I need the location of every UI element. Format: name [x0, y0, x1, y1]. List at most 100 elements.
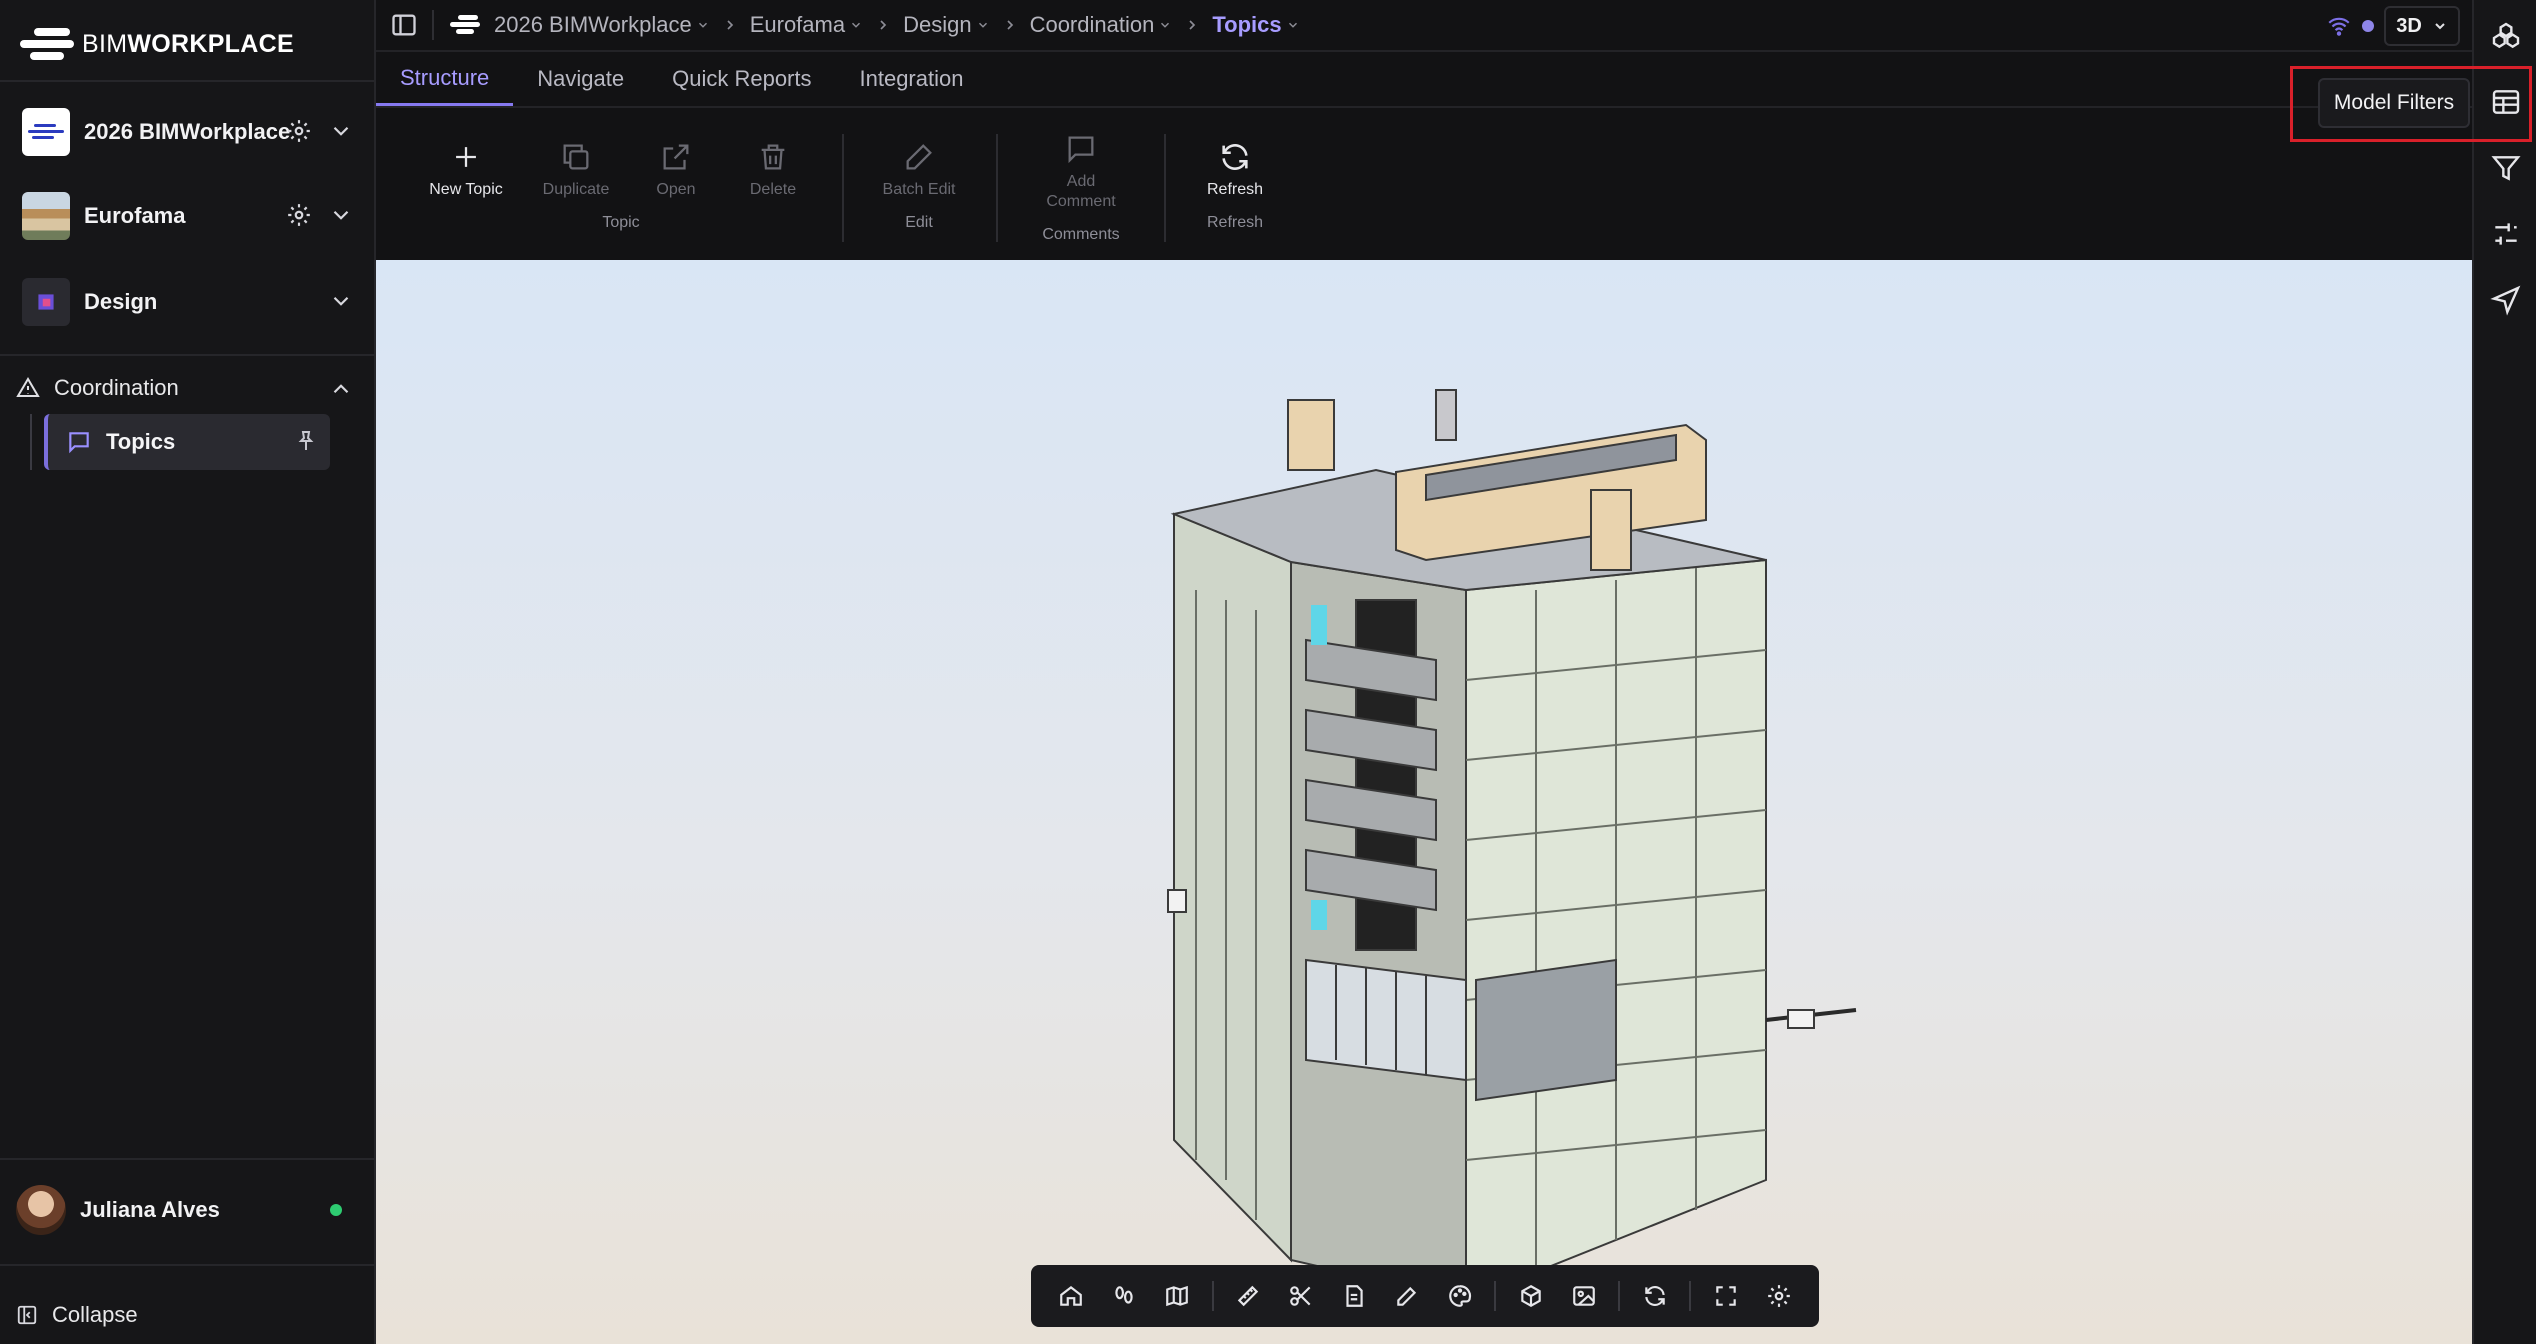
sidebar-section-coordination[interactable]: Coordination [16, 372, 358, 404]
ribbon-tabs: Structure Navigate Quick Reports Integra… [376, 54, 2472, 108]
breadcrumb-item-current[interactable]: Topics [1212, 12, 1299, 38]
viewer-settings-button[interactable] [1752, 1269, 1805, 1323]
logo-mark-icon [20, 26, 74, 62]
delete-button[interactable]: Delete [718, 140, 828, 200]
refresh-icon [1222, 144, 1248, 170]
breadcrumb-bar: 2026 BIMWorkplace Eurofama Design Coordi… [376, 0, 2472, 52]
section-cut-button[interactable] [1275, 1269, 1328, 1323]
image-icon [1572, 1286, 1595, 1306]
user-profile[interactable]: Juliana Alves [16, 1182, 358, 1238]
building-model[interactable] [376, 260, 2472, 1344]
ruler-icon [1238, 1285, 1259, 1307]
chevron-right-icon [727, 20, 733, 30]
breadcrumb-item[interactable]: Coordination [1030, 12, 1173, 38]
sliders-icon[interactable] [2490, 218, 2522, 250]
document-icon [1346, 1285, 1363, 1307]
home-icon [1060, 1285, 1083, 1306]
sidebar-item-topics[interactable]: Topics [44, 414, 330, 470]
reset-view-button[interactable] [1628, 1269, 1681, 1323]
chevron-down-icon[interactable] [328, 288, 354, 314]
chevron-down-icon [698, 22, 707, 28]
batch-edit-button[interactable]: Batch Edit [864, 140, 974, 200]
project-selector-bimworkplace[interactable]: 2026 BIMWorkplace [22, 106, 358, 158]
properties-button[interactable] [1328, 1269, 1381, 1323]
tab-structure[interactable]: Structure [376, 52, 514, 106]
design-icon [22, 278, 70, 326]
chevron-down-icon [978, 22, 987, 28]
breadcrumb-item[interactable]: Eurofama [750, 12, 863, 38]
refresh-icon [1644, 1286, 1665, 1306]
appearance-button[interactable] [1434, 1269, 1487, 1323]
refresh-button[interactable]: Refresh [1180, 140, 1290, 200]
model-browser-button[interactable] [1504, 1269, 1557, 1323]
fullscreen-button[interactable] [1699, 1269, 1752, 1323]
logo-wordmark: BIMWORKPLACE [82, 29, 294, 58]
markup-button[interactable] [1381, 1269, 1434, 1323]
collapse-sidebar-button[interactable]: Collapse [16, 1300, 138, 1330]
new-topic-button[interactable]: New Topic [411, 140, 521, 200]
collapse-icon [17, 1305, 37, 1325]
cube-icon [1521, 1285, 1541, 1307]
toggle-sidebar-icon[interactable] [390, 11, 418, 39]
fullscreen-icon [1715, 1286, 1736, 1306]
walk-button[interactable] [1098, 1269, 1151, 1323]
project-name: Design [84, 289, 158, 314]
ribbon-group-label: Topic [602, 214, 640, 231]
chevron-right-icon [1006, 20, 1013, 30]
collapse-label: Collapse [52, 1302, 138, 1327]
pencil-icon [1397, 1286, 1417, 1306]
add-comment-button[interactable]: Add Comment [1026, 132, 1136, 212]
measure-button[interactable] [1222, 1269, 1275, 1323]
tab-quick-reports[interactable]: Quick Reports [648, 52, 835, 106]
avatar [16, 1185, 66, 1235]
project-thumb [22, 108, 70, 156]
sidebar: BIMWORKPLACE 2026 BIMWorkplace Eurofama … [0, 0, 376, 1344]
duplicate-button[interactable]: Duplicate [521, 140, 631, 200]
chevron-down-icon [852, 22, 861, 28]
gear-icon[interactable] [286, 118, 312, 144]
project-name: Eurofama [84, 203, 186, 228]
filter-icon[interactable] [2490, 152, 2522, 184]
breadcrumb-item[interactable]: Design [903, 12, 989, 38]
chevron-down-icon[interactable] [328, 118, 354, 144]
snapshot-button[interactable] [1557, 1269, 1610, 1323]
chevron-down-icon[interactable] [328, 202, 354, 228]
breadcrumb: 2026 BIMWorkplace Eurofama Design Coordi… [448, 12, 1300, 38]
tab-integration[interactable]: Integration [836, 52, 988, 106]
palette-icon [1449, 1285, 1472, 1307]
pin-icon[interactable] [294, 429, 318, 453]
gear-icon[interactable] [286, 202, 312, 228]
external-link-icon [663, 144, 689, 170]
highlight-box [2290, 66, 2532, 142]
chevron-up-icon[interactable] [328, 376, 354, 402]
comment-icon [1068, 136, 1094, 164]
view-mode-select[interactable]: 3D [2384, 6, 2460, 46]
models-icon[interactable] [2490, 20, 2522, 52]
home-view-button[interactable] [1045, 1269, 1098, 1323]
ribbon-group-label: Edit [905, 214, 933, 231]
chevron-down-icon [1161, 22, 1170, 28]
viewer-toolbar [1031, 1265, 1819, 1327]
project-thumb [22, 192, 70, 240]
gear-icon [1767, 1285, 1790, 1307]
section-label: Coordination [54, 375, 179, 400]
footprints-icon [1115, 1286, 1134, 1304]
navigation-arrow-icon[interactable] [2490, 284, 2522, 316]
chevron-down-icon [1288, 22, 1297, 28]
app-logo[interactable]: BIMWORKPLACE [20, 24, 294, 64]
ribbon-group-label: Refresh [1206, 214, 1264, 231]
project-selector-design[interactable]: Design [22, 276, 358, 328]
project-selector-eurofama[interactable]: Eurofama [22, 190, 358, 242]
home-logo-icon[interactable] [448, 14, 482, 36]
tab-navigate[interactable]: Navigate [513, 52, 648, 106]
project-name: 2026 BIMWorkplace [84, 119, 291, 144]
chevron-right-icon [1189, 20, 1196, 30]
right-tool-rail [2472, 0, 2536, 1344]
breadcrumb-item[interactable]: 2026 BIMWorkplace [494, 12, 710, 38]
map-button[interactable] [1151, 1269, 1204, 1323]
plus-icon [456, 147, 476, 167]
chevron-right-icon [880, 20, 887, 30]
3d-viewport[interactable] [376, 260, 2472, 1344]
copy-icon [563, 144, 589, 170]
open-button[interactable]: Open [621, 140, 731, 200]
